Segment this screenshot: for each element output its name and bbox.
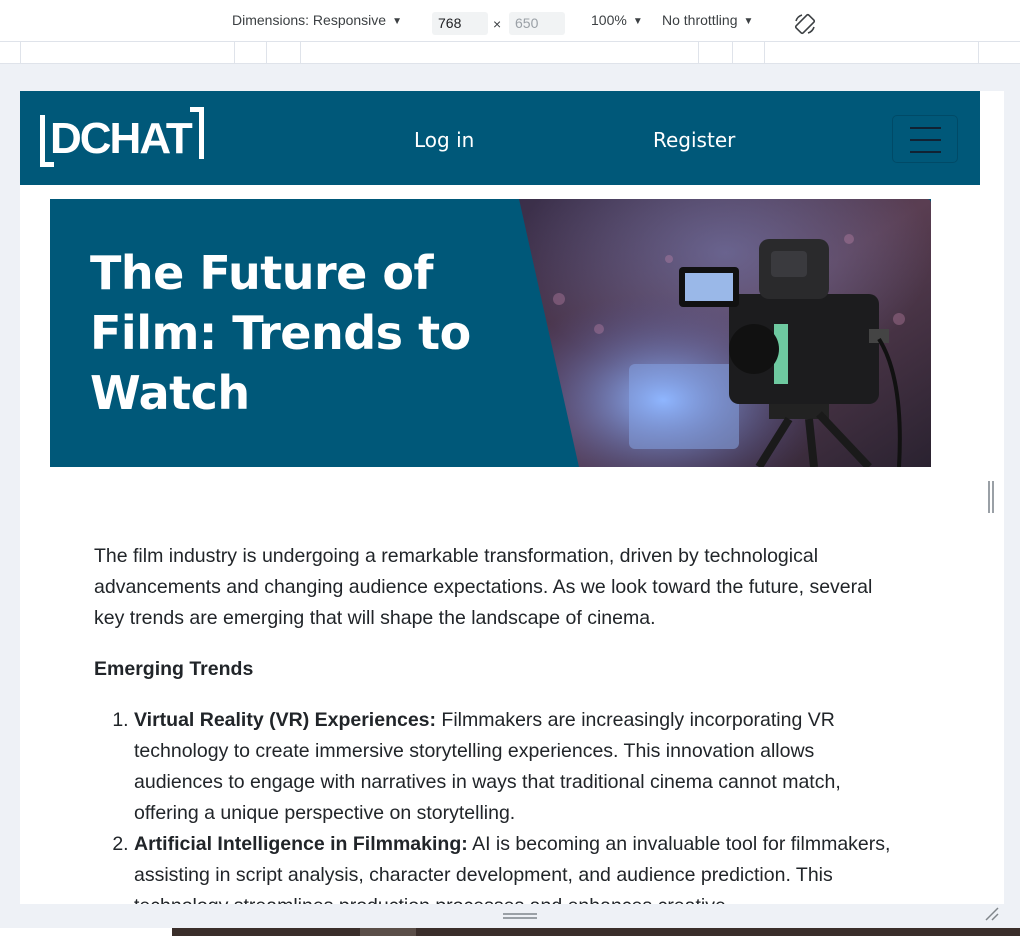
trends-list: Virtual Reality (VR) Experiences: Filmma… xyxy=(94,705,904,904)
taskbar-segment xyxy=(360,928,416,936)
hero-banner: The Future of Film: Trends to Watch xyxy=(50,199,931,467)
site-navbar: DCHAT Log in Register xyxy=(20,91,980,185)
hamburger-icon xyxy=(910,127,941,129)
caret-down-icon: ▼ xyxy=(632,16,643,27)
devtools-device-toolbar: Dimensions: Responsive ▼ 768 × 650 100% ▼ … xyxy=(0,0,1020,42)
trend-title: Artificial Intelligence in Filmmaking: xyxy=(134,833,468,855)
section-heading: Emerging Trends xyxy=(94,658,254,680)
right-resize-handle[interactable] xyxy=(988,481,990,513)
logo-bracket-right xyxy=(190,107,204,159)
register-link[interactable]: Register xyxy=(653,128,735,152)
os-taskbar-strip xyxy=(0,928,1020,936)
site-logo[interactable]: DCHAT xyxy=(40,107,206,169)
emulated-viewport: DCHAT Log in Register The Future of Film… xyxy=(20,91,980,904)
media-query-ruler xyxy=(0,42,1020,64)
hamburger-icon xyxy=(910,151,941,153)
login-link[interactable]: Log in xyxy=(414,128,474,152)
ruler-segment[interactable] xyxy=(764,42,765,64)
hamburger-icon xyxy=(910,139,941,141)
bottom-resize-handle[interactable] xyxy=(503,913,537,915)
rotate-icon[interactable] xyxy=(793,12,817,36)
ruler-segment[interactable] xyxy=(732,42,733,64)
zoom-label: 100% xyxy=(591,12,627,28)
right-resize-handle[interactable] xyxy=(992,481,994,513)
menu-toggle-button[interactable] xyxy=(892,115,958,163)
zoom-dropdown[interactable]: 100% ▼ xyxy=(591,12,643,28)
caret-down-icon: ▼ xyxy=(743,16,754,27)
article-body: The film industry is undergoing a remark… xyxy=(94,541,904,904)
list-item: Virtual Reality (VR) Experiences: Filmma… xyxy=(134,705,904,829)
height-input[interactable]: 650 xyxy=(509,12,565,35)
throttling-label: No throttling xyxy=(662,12,738,28)
ruler-segment[interactable] xyxy=(978,42,979,64)
ruler-segment[interactable] xyxy=(20,42,21,64)
hero-title: The Future of Film: Trends to Watch xyxy=(90,246,471,420)
ruler-segment[interactable] xyxy=(266,42,267,64)
width-input[interactable]: 768 xyxy=(432,12,488,35)
times-separator: × xyxy=(493,16,502,32)
throttling-dropdown[interactable]: No throttling ▼ xyxy=(662,12,753,28)
bottom-resize-area xyxy=(20,904,1004,928)
bottom-resize-handle[interactable] xyxy=(503,917,537,919)
hero-camera-image xyxy=(519,199,931,467)
caret-down-icon: ▼ xyxy=(392,16,402,27)
ruler-segment[interactable] xyxy=(698,42,699,64)
taskbar-segment xyxy=(172,928,1020,936)
list-item: Artificial Intelligence in Filmmaking: A… xyxy=(134,829,904,904)
ruler-segment[interactable] xyxy=(300,42,301,64)
dimensions-label: Dimensions: Responsive xyxy=(232,12,387,28)
logo-text: DCHAT xyxy=(50,114,193,163)
resize-corner-icon[interactable] xyxy=(984,906,1000,922)
trend-title: Virtual Reality (VR) Experiences: xyxy=(134,709,437,731)
dimensions-dropdown[interactable]: Dimensions: Responsive ▼ xyxy=(232,12,402,28)
article-intro: The film industry is undergoing a remark… xyxy=(94,545,873,629)
ruler-segment[interactable] xyxy=(234,42,235,64)
